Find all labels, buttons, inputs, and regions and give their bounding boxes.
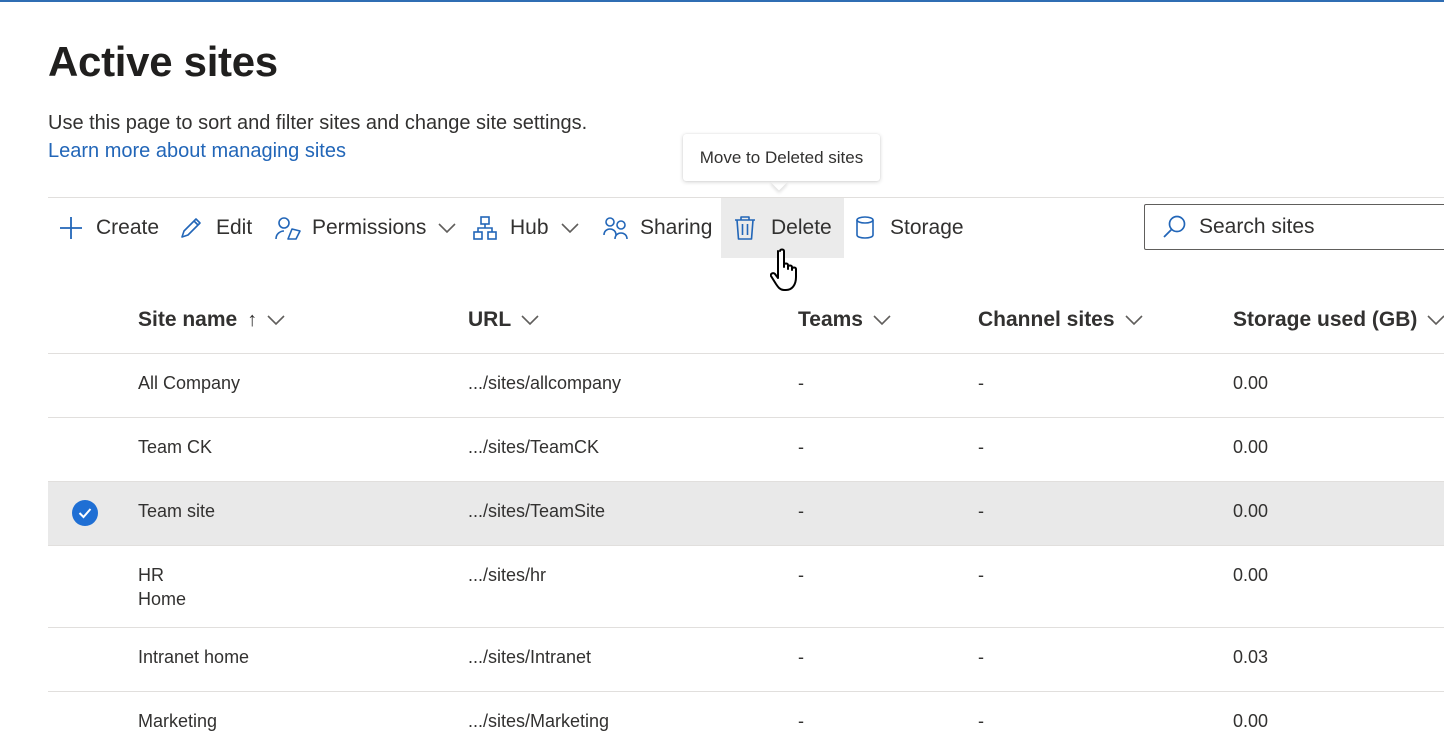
chevron-down-icon xyxy=(560,222,579,234)
storage-cell: 0.00 xyxy=(1233,437,1269,457)
channel-sites-cell: - xyxy=(978,565,984,585)
chevron-down-icon xyxy=(521,314,539,326)
table-row[interactable]: HR Home .../sites/hr - - 0.00 xyxy=(48,546,1444,628)
table-row[interactable]: Marketing .../sites/Marketing - - 0.00 xyxy=(48,692,1444,751)
edit-button[interactable]: Edit xyxy=(178,198,252,258)
sharing-button[interactable]: Sharing xyxy=(602,198,712,258)
channel-sites-cell: - xyxy=(978,647,984,667)
permissions-label: Permissions xyxy=(312,216,427,239)
column-header-storage-used[interactable]: Storage used (GB) xyxy=(1233,296,1444,344)
teams-cell: - xyxy=(798,565,804,585)
teams-cell: - xyxy=(798,437,804,457)
storage-cell: 0.00 xyxy=(1233,373,1269,393)
delete-label: Delete xyxy=(771,216,832,239)
sharing-label: Sharing xyxy=(640,216,713,239)
table-row[interactable]: Team CK .../sites/TeamCK - - 0.00 xyxy=(48,418,1444,482)
channel-sites-cell: - xyxy=(978,437,984,457)
url-header-label: URL xyxy=(468,308,512,331)
hub-label: Hub xyxy=(510,216,549,239)
chevron-down-icon xyxy=(873,314,891,326)
create-label: Create xyxy=(96,216,160,239)
permissions-button[interactable]: Permissions xyxy=(274,198,456,258)
search-input[interactable]: Search sites xyxy=(1144,204,1444,250)
url-cell: .../sites/TeamSite xyxy=(468,501,606,521)
storage-cell: 0.00 xyxy=(1233,501,1269,521)
channel-sites-header-label: Channel sites xyxy=(978,308,1115,331)
chevron-down-icon xyxy=(1427,314,1444,326)
checkmark-icon xyxy=(78,508,92,519)
delete-button[interactable]: Delete xyxy=(721,198,844,258)
delete-tooltip: Move to Deleted sites xyxy=(683,134,880,181)
url-cell: .../sites/allcompany xyxy=(468,373,622,393)
teams-cell: - xyxy=(798,711,804,731)
learn-more-link[interactable]: Learn more about managing sites xyxy=(48,140,346,163)
url-cell: .../sites/Intranet xyxy=(468,647,592,667)
teams-cell: - xyxy=(798,501,804,521)
top-accent-line xyxy=(0,0,1444,2)
storage-button[interactable]: Storage xyxy=(854,198,964,258)
hub-button[interactable]: Hub xyxy=(472,198,579,258)
sort-ascending-icon: ↑ xyxy=(247,308,258,331)
channel-sites-cell: - xyxy=(978,373,984,393)
trash-icon xyxy=(733,215,757,241)
table-row[interactable]: Intranet home .../sites/Intranet - - 0.0… xyxy=(48,628,1444,692)
site-name-cell: Team site xyxy=(138,501,216,521)
people-icon xyxy=(602,215,630,241)
page-description: Use this page to sort and filter sites a… xyxy=(48,112,588,134)
chevron-down-icon xyxy=(438,222,456,234)
search-placeholder: Search sites xyxy=(1199,215,1315,238)
page-title: Active sites xyxy=(48,38,278,85)
storage-label: Storage xyxy=(890,216,964,239)
edit-label: Edit xyxy=(216,216,253,239)
chevron-down-icon xyxy=(1124,314,1143,326)
site-name-cell: All Company xyxy=(138,373,241,393)
url-cell: .../sites/TeamCK xyxy=(468,437,600,457)
teams-header-label: Teams xyxy=(798,308,863,331)
storage-cell: 0.03 xyxy=(1233,647,1269,667)
search-icon xyxy=(1161,214,1187,240)
hub-icon xyxy=(472,215,498,241)
site-name-cell: Team CK xyxy=(138,437,213,457)
site-name-cell: Marketing xyxy=(138,711,218,731)
table-row-selected[interactable]: Team site .../sites/TeamSite - - 0.00 xyxy=(48,482,1444,546)
column-header-url[interactable]: URL xyxy=(468,296,539,344)
row-checkbox-checked[interactable] xyxy=(72,500,98,526)
column-header-teams[interactable]: Teams xyxy=(798,296,891,344)
site-name-cell: Intranet home xyxy=(138,647,250,667)
channel-sites-cell: - xyxy=(978,711,984,731)
chevron-down-icon xyxy=(267,314,285,326)
storage-cell: 0.00 xyxy=(1233,565,1269,585)
site-name-cell: HR xyxy=(138,565,164,585)
create-button[interactable]: Create xyxy=(58,198,159,258)
url-cell: .../sites/hr xyxy=(468,565,547,585)
url-cell: .../sites/Marketing xyxy=(468,711,610,731)
teams-cell: - xyxy=(798,373,804,393)
pencil-icon xyxy=(178,215,204,241)
teams-cell: - xyxy=(798,647,804,667)
table-row[interactable]: All Company .../sites/allcompany - - 0.0… xyxy=(48,354,1444,418)
person-key-icon xyxy=(274,215,302,241)
site-name-cell-line2: Home xyxy=(138,589,187,609)
column-header-site-name[interactable]: Site name ↑ xyxy=(138,296,285,344)
plus-icon xyxy=(58,215,84,241)
column-header-channel-sites[interactable]: Channel sites xyxy=(978,296,1143,344)
storage-used-header-label: Storage used (GB) xyxy=(1233,308,1418,331)
storage-cell: 0.00 xyxy=(1233,711,1269,731)
site-name-header-label: Site name xyxy=(138,308,238,331)
channel-sites-cell: - xyxy=(978,501,984,521)
database-icon xyxy=(854,215,876,241)
